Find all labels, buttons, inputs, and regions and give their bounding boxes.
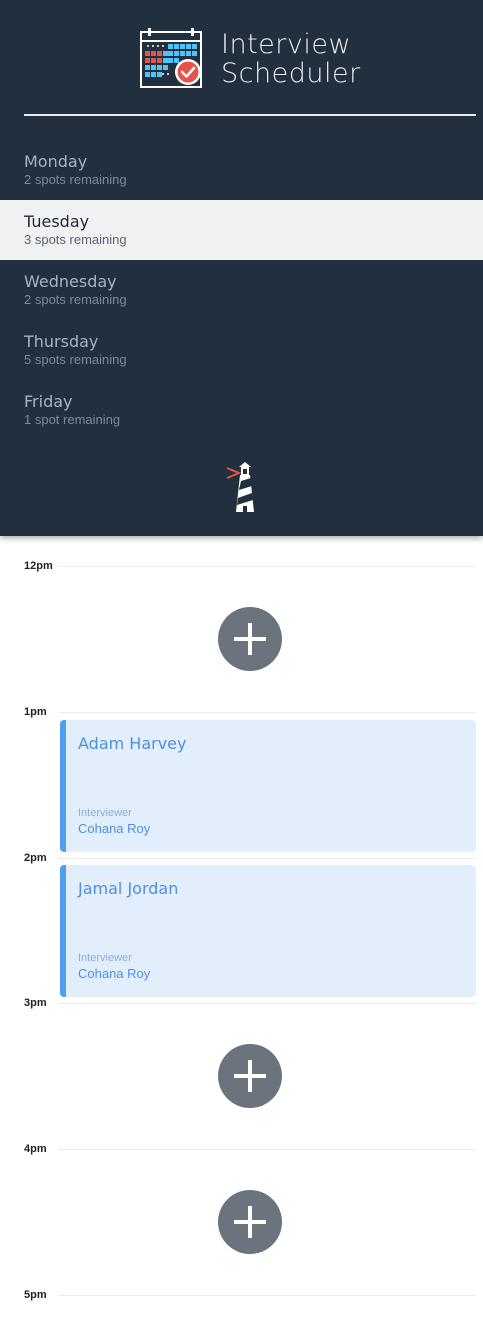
day-item-wednesday[interactable]: Wednesday 2 spots remaining — [0, 260, 483, 320]
day-spots: 5 spots remaining — [24, 352, 127, 367]
appointment-card[interactable]: Adam Harvey Interviewer Cohana Roy — [60, 720, 476, 852]
appointment-card[interactable]: Jamal Jordan Interviewer Cohana Roy — [60, 865, 476, 997]
day-spots: 3 spots remaining — [24, 232, 127, 247]
day-item-friday[interactable]: Friday 1 spot remaining — [0, 380, 483, 440]
day-name: Monday — [24, 152, 88, 171]
add-appointment-button[interactable] — [218, 607, 282, 671]
hour-divider — [58, 1149, 476, 1150]
hour-divider — [58, 566, 476, 567]
schedule: 12pm 1pm 2pm 3pm 4pm 5pm Adam Harvey Int… — [0, 536, 483, 1327]
hour-label: 2pm — [24, 852, 47, 864]
sidebar: Interview Scheduler Monday 2 spots remai… — [0, 0, 483, 536]
hour-label: 1pm — [24, 706, 47, 718]
hour-divider — [58, 712, 476, 713]
day-list: Monday 2 spots remaining Tuesday 3 spots… — [0, 140, 483, 440]
hour-label: 4pm — [24, 1143, 47, 1155]
plus-icon — [234, 623, 266, 655]
student-name: Jamal Jordan — [78, 879, 179, 898]
interviewer-label: Interviewer — [78, 807, 132, 819]
interviewer-name: Cohana Roy — [78, 966, 151, 981]
day-spots: 2 spots remaining — [24, 292, 127, 307]
day-name: Wednesday — [24, 272, 117, 291]
interviewer-name: Cohana Roy — [78, 821, 151, 836]
sidebar-divider — [24, 114, 476, 116]
day-name: Tuesday — [24, 212, 90, 231]
day-item-tuesday[interactable]: Tuesday 3 spots remaining — [0, 200, 483, 260]
day-name: Friday — [24, 392, 73, 411]
hour-label: 3pm — [24, 997, 47, 1009]
day-item-monday[interactable]: Monday 2 spots remaining — [0, 140, 483, 200]
interviewer-label: Interviewer — [78, 952, 132, 964]
brand-header: Interview Scheduler — [0, 0, 483, 116]
hour-divider — [58, 1295, 476, 1296]
app-title: Interview Scheduler — [221, 30, 361, 88]
hour-label: 5pm — [24, 1289, 47, 1301]
day-name: Thursday — [24, 332, 99, 351]
plus-icon — [234, 1060, 266, 1092]
day-spots: 1 spot remaining — [24, 412, 121, 427]
day-item-thursday[interactable]: Thursday 5 spots remaining — [0, 320, 483, 380]
calendar-check-icon — [140, 28, 202, 88]
add-appointment-button[interactable] — [218, 1044, 282, 1108]
add-appointment-button[interactable] — [218, 1190, 282, 1254]
hour-label: 12pm — [24, 560, 53, 572]
student-name: Adam Harvey — [78, 734, 187, 753]
hour-divider — [58, 1003, 476, 1004]
hour-divider — [58, 858, 476, 859]
app-title-line2: Scheduler — [221, 58, 361, 89]
plus-icon — [234, 1206, 266, 1238]
app-title-line1: Interview — [221, 29, 352, 60]
lighthouse-icon — [226, 462, 254, 512]
day-spots: 2 spots remaining — [24, 172, 127, 187]
